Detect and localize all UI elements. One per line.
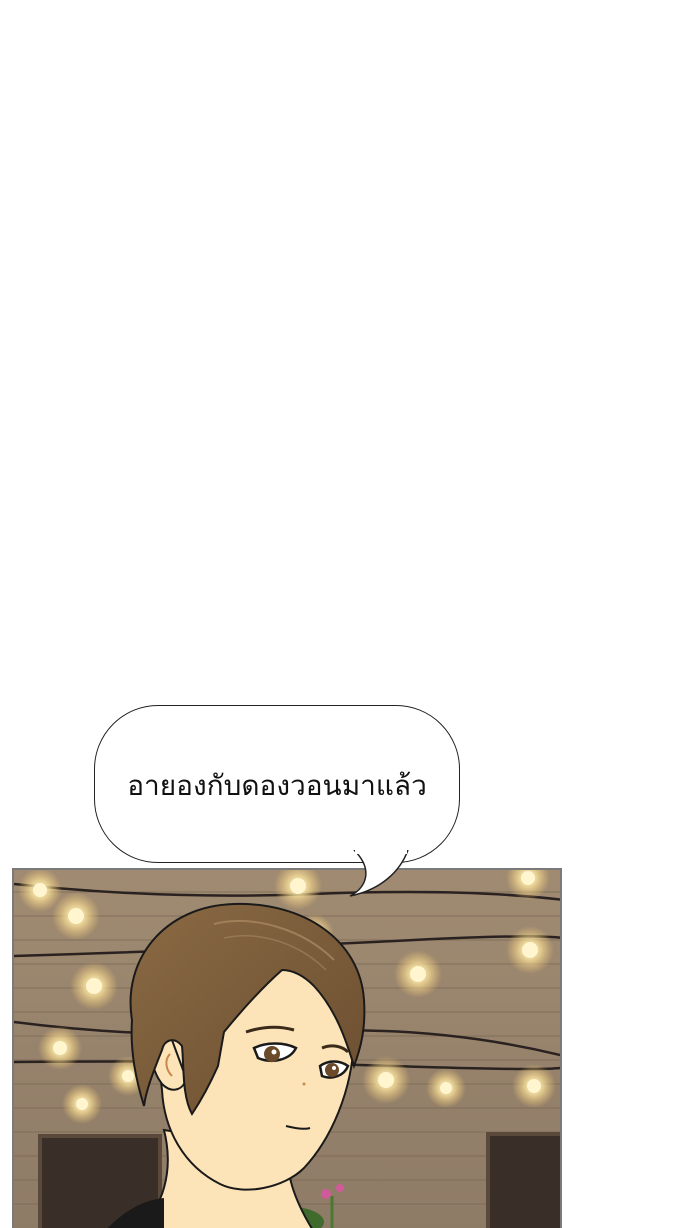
comic-panel [12,868,562,1228]
speech-bubble: อายองกับดองวอนมาแล้ว [94,705,460,863]
panel-illustration [14,870,560,1228]
speech-bubble-tail [349,850,409,897]
dark-window-right [486,1132,560,1228]
speech-bubble-text: อายองกับดองวอนมาแล้ว [127,769,427,802]
comic-page: อายองกับดองวอนมาแล้ว [0,0,690,1228]
